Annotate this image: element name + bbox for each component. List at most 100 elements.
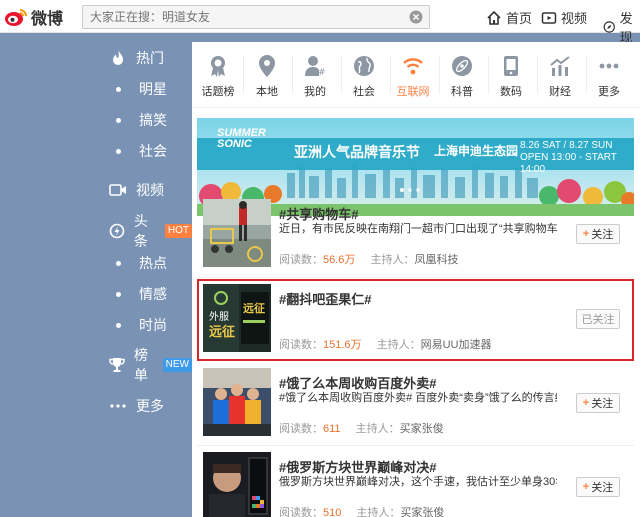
banner-festival-logo: SUMMER SONIC (217, 128, 266, 150)
followed-button[interactable]: 已关注 (576, 309, 620, 329)
topic-title[interactable]: #共享购物车# (279, 204, 358, 223)
svg-text:#: # (318, 68, 326, 78)
category-label: 互联网 (396, 86, 430, 98)
topic-thumbnail[interactable]: 外服 远征 远征 (203, 284, 271, 352)
bullet-dot (116, 86, 121, 92)
sidebar-item-rankings[interactable]: 榜单 NEW (82, 347, 192, 383)
read-count-label: 阅读数： (279, 507, 323, 517)
sidebar-item-label: 热门 (136, 50, 164, 66)
follow-button[interactable]: + 关注 (576, 224, 620, 244)
category-digital[interactable]: 数码 (487, 52, 535, 99)
svg-text:远征: 远征 (243, 301, 265, 315)
category-finance[interactable]: 财经 (536, 52, 584, 99)
read-count-label: 阅读数： (279, 423, 323, 435)
sidebar-item-hot[interactable]: 热门 (82, 43, 192, 73)
topic-description: 俄罗斯方块世界巅峰对决，这个手速，我估计至少单身30年以上吧？ (279, 476, 557, 488)
category-internet[interactable]: 互联网 (389, 52, 437, 99)
search-clear-icon[interactable] (409, 10, 423, 24)
location-pin-icon (243, 52, 291, 80)
read-count-label: 阅读数： (279, 254, 323, 266)
banner-location: 上海申迪生态园 (434, 144, 519, 158)
topic-card[interactable]: #饿了么本周收购百度外卖# #饿了么本周收购百度外卖# 百度外卖“卖身”饿了么的… (197, 363, 634, 445)
topic-meta: 阅读数：510 主持人：买家张俊 (279, 504, 444, 517)
topic-card[interactable]: #俄罗斯方块世界巅峰对决# 俄罗斯方块世界巅峰对决，这个手速，我估计至少单身30… (197, 447, 634, 517)
category-topic-rank[interactable]: 话题榜 (194, 52, 242, 99)
video-camera-icon (108, 183, 128, 197)
top-navigation-bar: 微博 首页 视频 发现 (0, 0, 640, 45)
new-badge: NEW (162, 358, 192, 372)
topic-title[interactable]: #饿了么本周收购百度外卖# (279, 373, 436, 392)
topic-card[interactable]: 外服 远征 远征 #翻抖吧歪果仁# 阅读数：151.6万 主持人：网易UU加速器… (197, 279, 634, 361)
category-label: 社会 (353, 86, 375, 98)
follow-button[interactable]: + 关注 (576, 393, 620, 413)
read-count: 151.6万 (323, 339, 362, 351)
host-label: 主持人： (356, 507, 401, 517)
sidebar-item-label: 情感 (139, 286, 167, 302)
my-topics-icon: # (291, 52, 339, 80)
topic-thumbnail[interactable] (203, 199, 271, 267)
host-name[interactable]: 网易UU加速器 (421, 339, 492, 351)
host-name[interactable]: 凤凰科技 (414, 254, 458, 266)
sidebar-item-video[interactable]: 视频 (82, 175, 192, 205)
topic-thumbnail[interactable] (203, 452, 271, 517)
nav-video[interactable]: 视频 (541, 8, 587, 27)
plus-icon: + (582, 228, 590, 240)
topic-title[interactable]: #俄罗斯方块世界巅峰对决# (279, 457, 436, 476)
host-label: 主持人： (370, 254, 415, 266)
topic-description: 近日，有市民反映在南翔门一超市门口出现了“共享购物车”，类似街头的... (279, 223, 557, 235)
category-mine[interactable]: # 我的 (291, 52, 339, 99)
sidebar-item-stars[interactable]: 明星 (82, 77, 192, 101)
sidebar-item-headline[interactable]: 头条 HOT (82, 213, 192, 249)
hot-badge: HOT (164, 224, 192, 238)
sidebar-item-emotion[interactable]: 情感 (82, 282, 192, 306)
svg-text:外服: 外服 (209, 311, 229, 323)
sidebar-item-label: 时尚 (139, 317, 167, 333)
banner-date-range: 8.26 SAT / 8.27 SUN (520, 140, 613, 151)
banner-dates: 8.26 SAT / 8.27 SUN OPEN 13:00 - START 1… (520, 140, 634, 176)
category-society[interactable]: 社会 (340, 52, 388, 99)
topic-title[interactable]: #翻抖吧歪果仁# (279, 289, 371, 308)
sidebar-item-label: 更多 (136, 398, 164, 414)
sidebar-item-label: 头条 (133, 213, 148, 249)
category-science[interactable]: 科普 (438, 52, 486, 99)
follow-button[interactable]: + 关注 (576, 477, 620, 497)
category-label: 本地 (256, 86, 278, 98)
banner-open-time: OPEN 13:00 - START 14:00 (520, 152, 617, 175)
sidebar-item-society[interactable]: 社会 (82, 139, 192, 163)
banner-title: 亚洲人气品牌音乐节 (294, 144, 420, 160)
society-globe-icon (340, 52, 388, 80)
sidebar-item-trending[interactable]: 热点 (82, 251, 192, 275)
sidebar-item-more[interactable]: 更多 (82, 391, 192, 421)
digital-icon (487, 52, 535, 80)
host-name[interactable]: 买家张俊 (400, 423, 444, 435)
category-label: 我的 (304, 86, 326, 98)
category-more[interactable]: 更多 (585, 52, 633, 99)
plus-icon: + (582, 481, 590, 493)
banner-logo-line2: SONIC (217, 138, 252, 150)
sidebar-item-label: 搞笑 (139, 112, 167, 128)
bullet-dot (116, 117, 121, 123)
sidebar-item-funny[interactable]: 搞笑 (82, 108, 192, 132)
topic-thumbnail[interactable] (203, 368, 271, 436)
sidebar-item-fashion[interactable]: 时尚 (82, 313, 192, 337)
host-label: 主持人： (376, 339, 421, 351)
nav-home[interactable]: 首页 (486, 8, 532, 27)
topic-rank-icon (194, 52, 242, 80)
weibo-logo[interactable]: 微博 (4, 6, 63, 28)
nav-home-label: 首页 (506, 11, 533, 26)
sidebar-item-label: 视频 (136, 182, 164, 198)
search-input[interactable] (83, 6, 403, 28)
bullet-dot (116, 148, 121, 154)
bullet-dot (116, 291, 121, 297)
plus-icon: + (582, 397, 590, 409)
headline-icon (108, 223, 126, 239)
svg-text:远征: 远征 (209, 324, 235, 340)
host-name[interactable]: 买家张俊 (400, 507, 444, 517)
topic-meta: 阅读数：56.6万 主持人：凤凰科技 (279, 251, 458, 267)
video-icon (541, 11, 557, 24)
sidebar-item-label: 热点 (139, 255, 167, 271)
topic-card[interactable]: #共享购物车# 近日，有市民反映在南翔门一超市门口出现了“共享购物车”，类似街头… (197, 194, 634, 276)
read-count: 611 (323, 423, 341, 435)
nav-discover[interactable]: 发现 (603, 8, 640, 46)
category-local[interactable]: 本地 (243, 52, 291, 99)
